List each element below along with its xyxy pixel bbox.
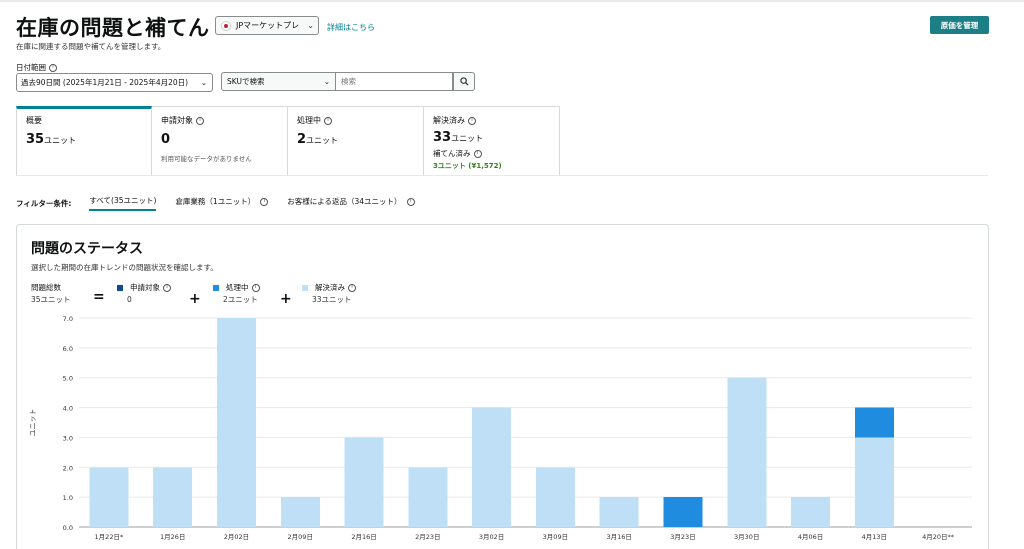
info-icon[interactable]: i [324, 116, 332, 125]
tab-eligible[interactable]: 申請対象 i 0 利用可能なデータがありません [152, 106, 288, 176]
chevron-down-icon: ⌄ [307, 21, 314, 30]
issue-status-chart: 0.0 1.0 2.0 3.0 4.0 5.0 6.0 7.0 ユニット 1月22日* 1月26日 2… [29, 315, 972, 541]
x-tick-label: 4月06日 [798, 533, 823, 541]
chevron-down-icon: ⌄ [323, 77, 330, 86]
bar-解決済み [89, 467, 129, 527]
bar-解決済み [280, 497, 320, 527]
x-tick-label: 3月09日 [543, 533, 568, 541]
bar-解決済み [472, 407, 512, 527]
tab-unit: ユニット [306, 136, 339, 145]
top-border [0, 0, 1024, 2]
issue-status-panel: 問題のステータス 選択した期間の在庫トレンドの問題状況を確認します。 問題総数 … [16, 224, 989, 549]
x-tick-label: 4月13日 [862, 533, 887, 541]
page-title: 在庫の問題と補てん [16, 16, 210, 40]
y-tick-label: 7.0 [63, 315, 73, 323]
y-tick-label: 5.0 [63, 375, 73, 383]
tab-overview[interactable]: 概要 35ユニット [16, 106, 152, 176]
summary-tabs: 概要 35ユニット 申請対象 i 0 利用可能なデータがありません 処理中 i 2ユ… [16, 106, 560, 176]
details-link[interactable]: 詳細はこちら [327, 22, 375, 33]
filter-option-text: お客様による返品（34ユニット） [287, 197, 402, 206]
filter-option-all[interactable]: すべて(35ユニット) [89, 195, 157, 211]
info-icon[interactable]: i [196, 116, 204, 125]
x-tick-label: 1月26日 [160, 533, 185, 541]
y-tick-label: 6.0 [63, 345, 73, 353]
search-button[interactable] [453, 72, 475, 91]
tab-value: 2 [297, 132, 307, 147]
bar-解決済み [344, 437, 384, 527]
x-tick-label: 3月02日 [479, 533, 504, 541]
tab-label: 解決済み [433, 116, 465, 125]
sku-select-label: SKUで検索 [227, 77, 265, 86]
y-axis-label: ユニット [29, 409, 37, 437]
tab-label: 処理中 [297, 116, 321, 125]
search-icon [459, 77, 469, 86]
y-tick-label: 3.0 [63, 434, 73, 442]
page-subtitle: 在庫に関連する問題や補てんを管理します。 [16, 42, 166, 51]
bar-解決済み [216, 318, 256, 527]
reimbursed-value: 3ユニット (¥1,572) [433, 162, 502, 170]
x-tick-label: 2月09日 [288, 533, 313, 541]
filter-option-text: すべて(35ユニット) [89, 196, 157, 205]
filter-option-returns[interactable]: お客様による返品（34ユニット） i [287, 196, 415, 210]
bar-処理中 [854, 407, 894, 438]
info-icon[interactable]: i [406, 197, 415, 206]
bar-解決済み [408, 467, 448, 527]
tab-value: 33 [433, 130, 452, 145]
y-tick-label: 4.0 [63, 405, 73, 413]
x-tick-label: 4月20日** [922, 533, 955, 541]
x-tick-label: 1月22日* [95, 533, 124, 541]
filter-option-warehouse[interactable]: 倉庫業務（1ユニット） i [175, 196, 269, 210]
y-tick-label: 0.0 [63, 524, 73, 532]
filter-conditions: フィルター条件: すべて(35ユニット) 倉庫業務（1ユニット） i お客様による… [16, 195, 434, 211]
manage-cost-button[interactable]: 原価を管理 [930, 16, 989, 34]
tab-value: 35 [26, 132, 45, 147]
chevron-down-icon: ⌄ [200, 78, 207, 87]
x-tick-label: 2月02日 [224, 533, 249, 541]
bar-処理中 [663, 497, 703, 527]
search-input[interactable]: 検索 [336, 72, 453, 91]
bar-解決済み [535, 467, 575, 527]
tabs-divider [16, 175, 988, 176]
y-tick-label: 1.0 [63, 494, 73, 502]
tab-label: 概要 [26, 116, 42, 125]
date-range-label: 日付範囲 i [16, 62, 57, 73]
date-range-value: 過去90日間 (2025年1月21日 - 2025年4月20日) [21, 78, 189, 87]
reimbursed-label: 補てん済み [433, 149, 471, 158]
info-icon[interactable]: i [468, 116, 476, 125]
tab-value: 0 [161, 132, 171, 147]
date-range-select[interactable]: 過去90日間 (2025年1月21日 - 2025年4月20日) ⌄ [16, 73, 213, 92]
sku-search-select[interactable]: SKUで検索 ⌄ [221, 72, 336, 91]
info-icon[interactable]: i [49, 63, 57, 72]
no-data-note: 利用可能なデータがありません [161, 155, 252, 163]
filter-label: フィルター条件: [16, 198, 72, 208]
date-range-text: 日付範囲 [16, 63, 46, 72]
x-tick-label: 3月30日 [734, 533, 759, 541]
tab-label: 申請対象 [161, 116, 193, 125]
tab-unit: ユニット [44, 136, 77, 145]
bar-解決済み [727, 377, 767, 527]
bar-解決済み [153, 467, 193, 527]
bar-解決済み [599, 497, 639, 527]
marketplace-select[interactable]: JPマーケットプレ ⌄ [215, 16, 319, 35]
filter-option-text: 倉庫業務（1ユニット） [175, 197, 256, 206]
bar-解決済み [791, 497, 831, 527]
tab-unit: ユニット [451, 134, 484, 143]
tab-resolved[interactable]: 解決済み i 33ユニット 補てん済み i 3ユニット (¥1,572) [424, 106, 560, 176]
x-tick-label: 2月16日 [351, 533, 376, 541]
info-icon[interactable]: i [473, 149, 482, 158]
x-tick-label: 3月16日 [606, 533, 631, 541]
tab-processing[interactable]: 処理中 i 2ユニット [288, 106, 424, 176]
japan-flag-icon [221, 20, 231, 31]
x-tick-label: 2月23日 [415, 533, 440, 541]
y-tick-label: 2.0 [63, 464, 73, 472]
x-tick-label: 3月23日 [670, 533, 695, 541]
info-icon[interactable]: i [260, 197, 269, 206]
bar-解決済み [854, 437, 894, 527]
marketplace-label: JPマーケットプレ [236, 21, 300, 30]
